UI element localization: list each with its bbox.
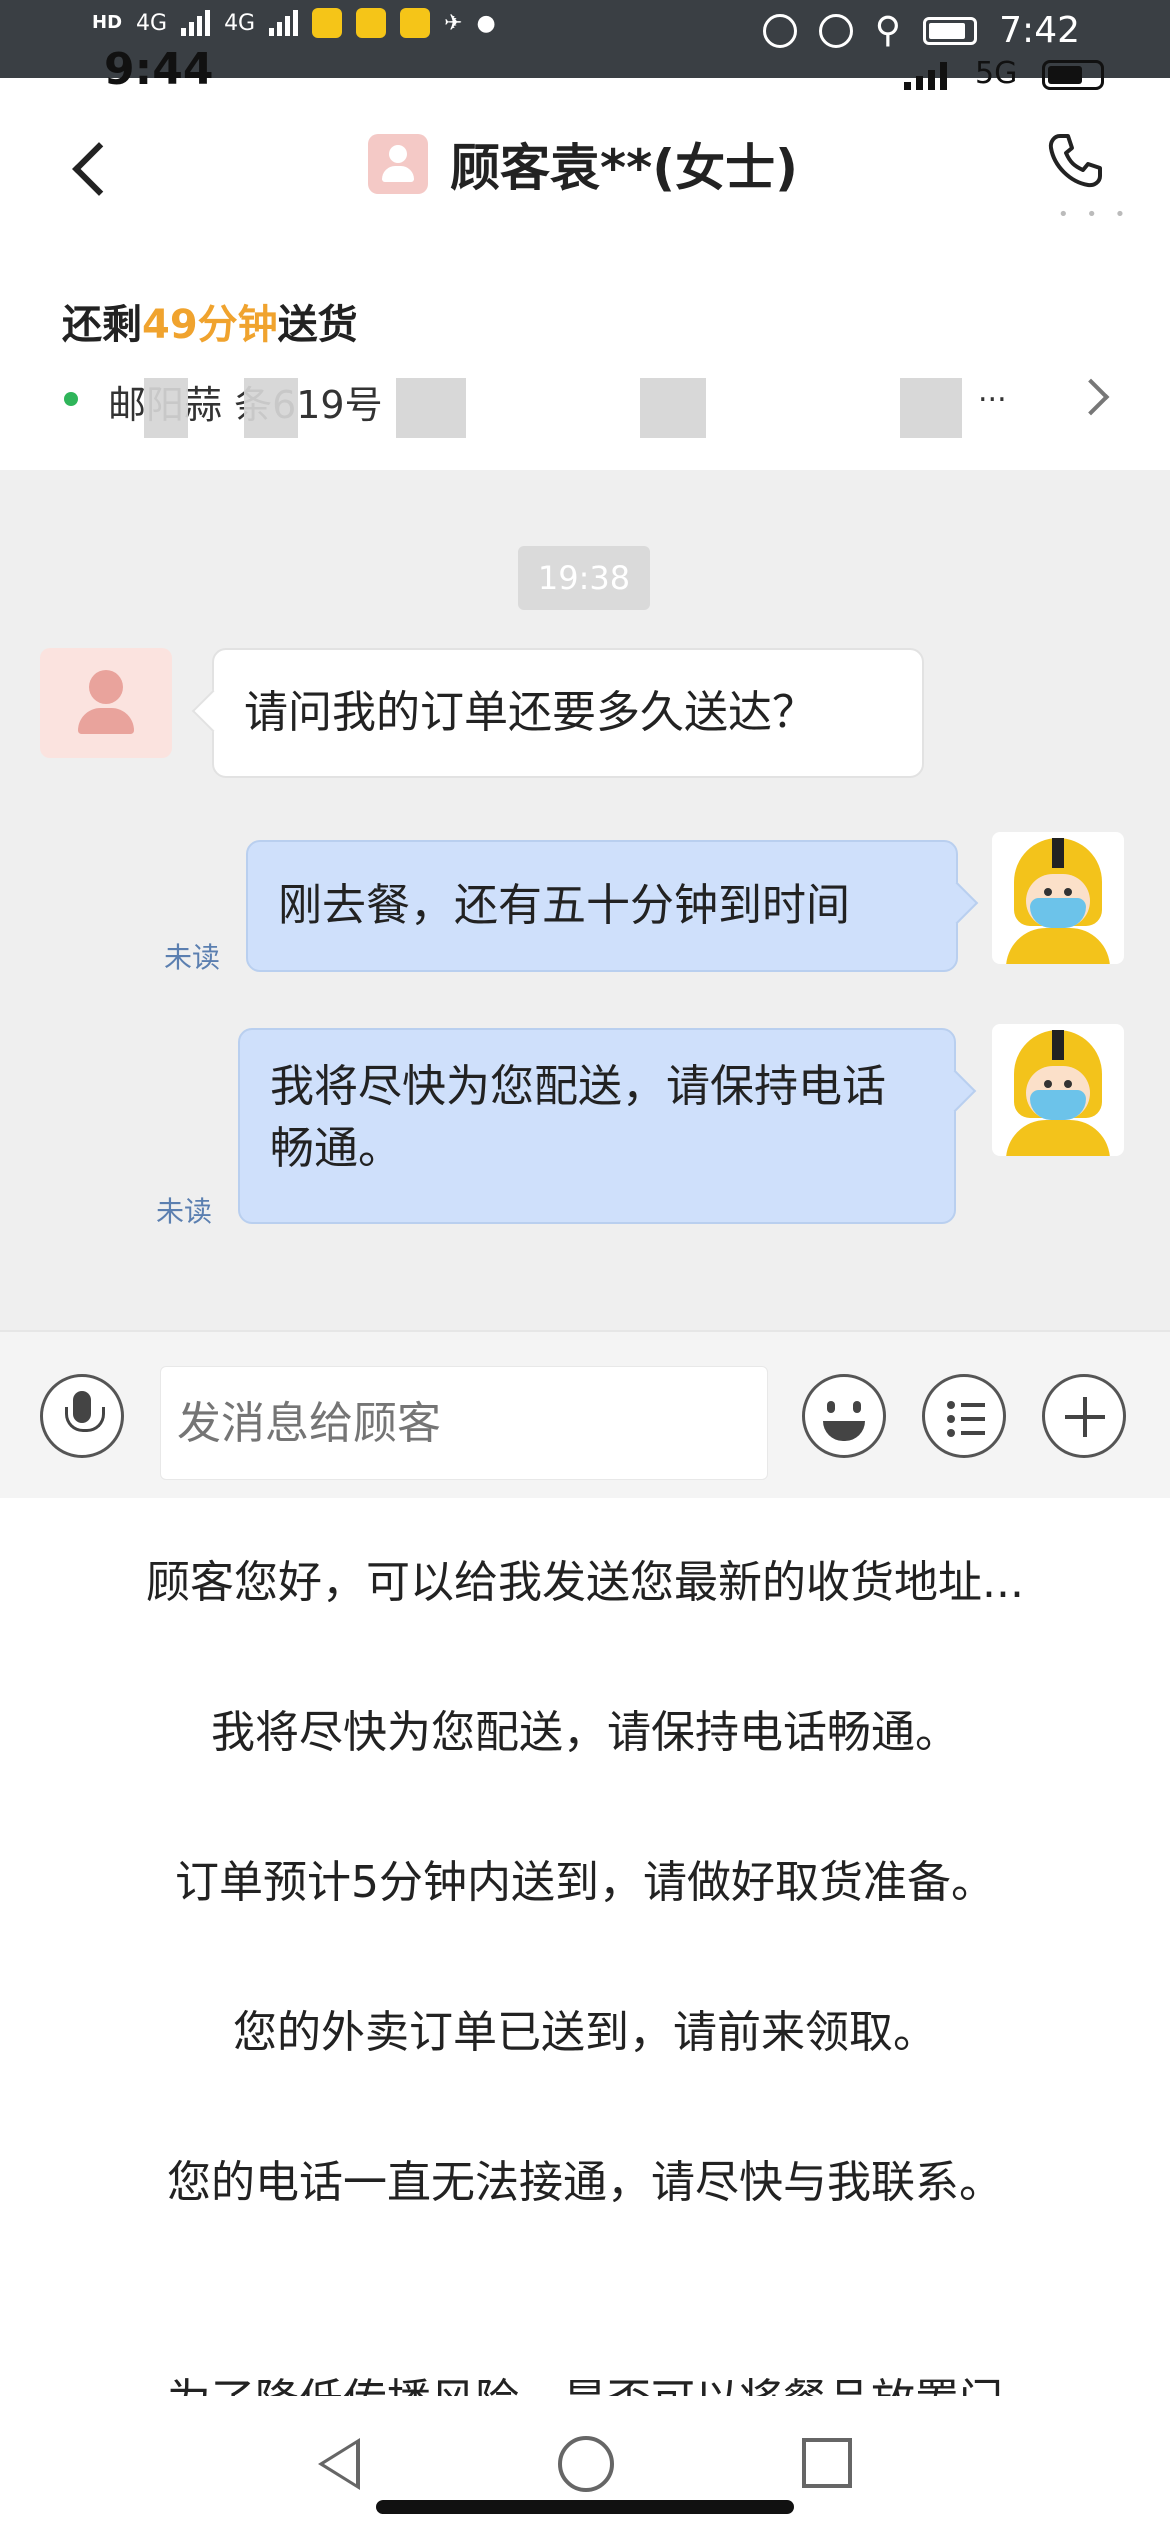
- order-info-panel[interactable]: 还剩49分钟送货 邮阳蒜 条619号 ...: [0, 230, 1170, 470]
- redaction-block: [396, 378, 466, 438]
- system-nav-bar: [0, 2396, 1170, 2532]
- status-time: 9:44: [104, 44, 214, 95]
- address-row[interactable]: 邮阳蒜 条619号 ...: [58, 370, 1118, 438]
- signal-icon: [904, 62, 947, 90]
- remain-minutes: 49分钟: [142, 302, 278, 348]
- customer-avatar: [40, 648, 172, 758]
- customer-message-bubble[interactable]: 请问我的订单还要多久送达？: [212, 648, 924, 778]
- quick-reply-item[interactable]: 订单预计5分钟内送到，请做好取货准备。: [0, 1846, 1170, 1910]
- more-dots: • • •: [1058, 204, 1132, 225]
- plus-icon[interactable]: [1042, 1374, 1126, 1458]
- emoji-icon[interactable]: [802, 1374, 886, 1458]
- microphone-icon[interactable]: [40, 1374, 124, 1458]
- message-text: 刚去餐，还有五十分钟到时间: [278, 880, 850, 931]
- wechat-icon: ●: [476, 10, 496, 36]
- chat-header: 顾客袁**(女士) • • •: [0, 100, 1170, 230]
- redaction-block: [640, 378, 706, 438]
- nav-back-icon[interactable]: [318, 2438, 360, 2490]
- quick-reply-item[interactable]: 您的电话一直无法接通，请尽快与我联系。: [0, 2146, 1170, 2210]
- quick-reply-item[interactable]: 为了降低传播风险，是否可以将餐品放置门: [0, 2364, 1170, 2398]
- address-more: ...: [978, 374, 1007, 409]
- message-timestamp: 19:38: [518, 546, 650, 610]
- delivery-remaining: 还剩49分钟送货: [62, 292, 358, 350]
- quick-reply-item[interactable]: 顾客您好，可以给我发送您最新的收货地址...: [0, 1546, 1170, 1610]
- airplane-icon: ✈: [444, 10, 463, 36]
- rider-avatar: [992, 1024, 1124, 1156]
- quick-reply-item[interactable]: 我将尽快为您配送，请保持电话畅通。: [0, 1696, 1170, 1760]
- rider-message-bubble[interactable]: 刚去餐，还有五十分钟到时间: [246, 840, 958, 972]
- hd-indicator: HD: [92, 12, 123, 33]
- network-4g-label: 4G: [136, 10, 168, 36]
- app-notification-icon: [312, 8, 343, 38]
- app-notification-icon: [356, 8, 387, 38]
- customer-avatar-icon: [368, 134, 428, 194]
- device-status-left: HD 4G 4G ✈ ●: [92, 8, 496, 38]
- redaction-block: [900, 378, 962, 438]
- app-status-bar: 9:44 5G: [0, 44, 1170, 100]
- gesture-bar[interactable]: [376, 2500, 794, 2514]
- rider-avatar: [992, 832, 1124, 964]
- phone-call-icon[interactable]: [1044, 130, 1106, 192]
- alarm-icon: [818, 13, 853, 48]
- message-text: 我将尽快为您配送，请保持电话畅通。: [270, 1061, 886, 1174]
- quick-reply-item[interactable]: 您的外卖订单已送到，请前来领取。: [0, 1996, 1170, 2060]
- battery-icon: [1042, 60, 1104, 90]
- message-text: 请问我的订单还要多久送达？: [244, 687, 816, 738]
- nav-recents-icon[interactable]: [802, 2438, 852, 2488]
- battery-icon: [923, 16, 978, 45]
- chat-area[interactable]: 19:38 请问我的订单还要多久送达？ 未读 刚去餐，还有五十分钟到时间 未读 …: [0, 470, 1170, 1330]
- network-label: 5G: [975, 56, 1018, 91]
- quick-reply-list-icon[interactable]: [922, 1374, 1006, 1458]
- quick-reply-panel: 顾客您好，可以给我发送您最新的收货地址... 我将尽快为您配送，请保持电话畅通。…: [0, 1498, 1170, 2398]
- unread-status: 未读: [156, 1195, 213, 1228]
- message-input-bar: [0, 1330, 1170, 1498]
- unread-status: 未读: [164, 941, 221, 974]
- nfc-icon: [762, 13, 797, 48]
- remain-suffix: 送货: [277, 302, 358, 348]
- redaction-block: [244, 378, 298, 438]
- signal-icon-2: [269, 10, 299, 36]
- app-notification-icon: [400, 8, 431, 38]
- nav-home-icon[interactable]: [558, 2436, 614, 2492]
- header-title-group: 顾客袁**(女士): [368, 128, 798, 200]
- message-input[interactable]: [160, 1366, 768, 1480]
- back-arrow-icon[interactable]: [66, 136, 118, 200]
- network-4g-label-2: 4G: [224, 10, 256, 36]
- page-title: 顾客袁**(女士): [450, 139, 798, 197]
- chevron-right-icon: [1072, 378, 1110, 416]
- redaction-block: [144, 378, 188, 438]
- signal-icon: [181, 10, 211, 36]
- rider-message-bubble[interactable]: 我将尽快为您配送，请保持电话畅通。: [238, 1028, 956, 1224]
- status-dot-icon: [64, 392, 78, 406]
- remain-prefix: 还剩: [62, 302, 142, 348]
